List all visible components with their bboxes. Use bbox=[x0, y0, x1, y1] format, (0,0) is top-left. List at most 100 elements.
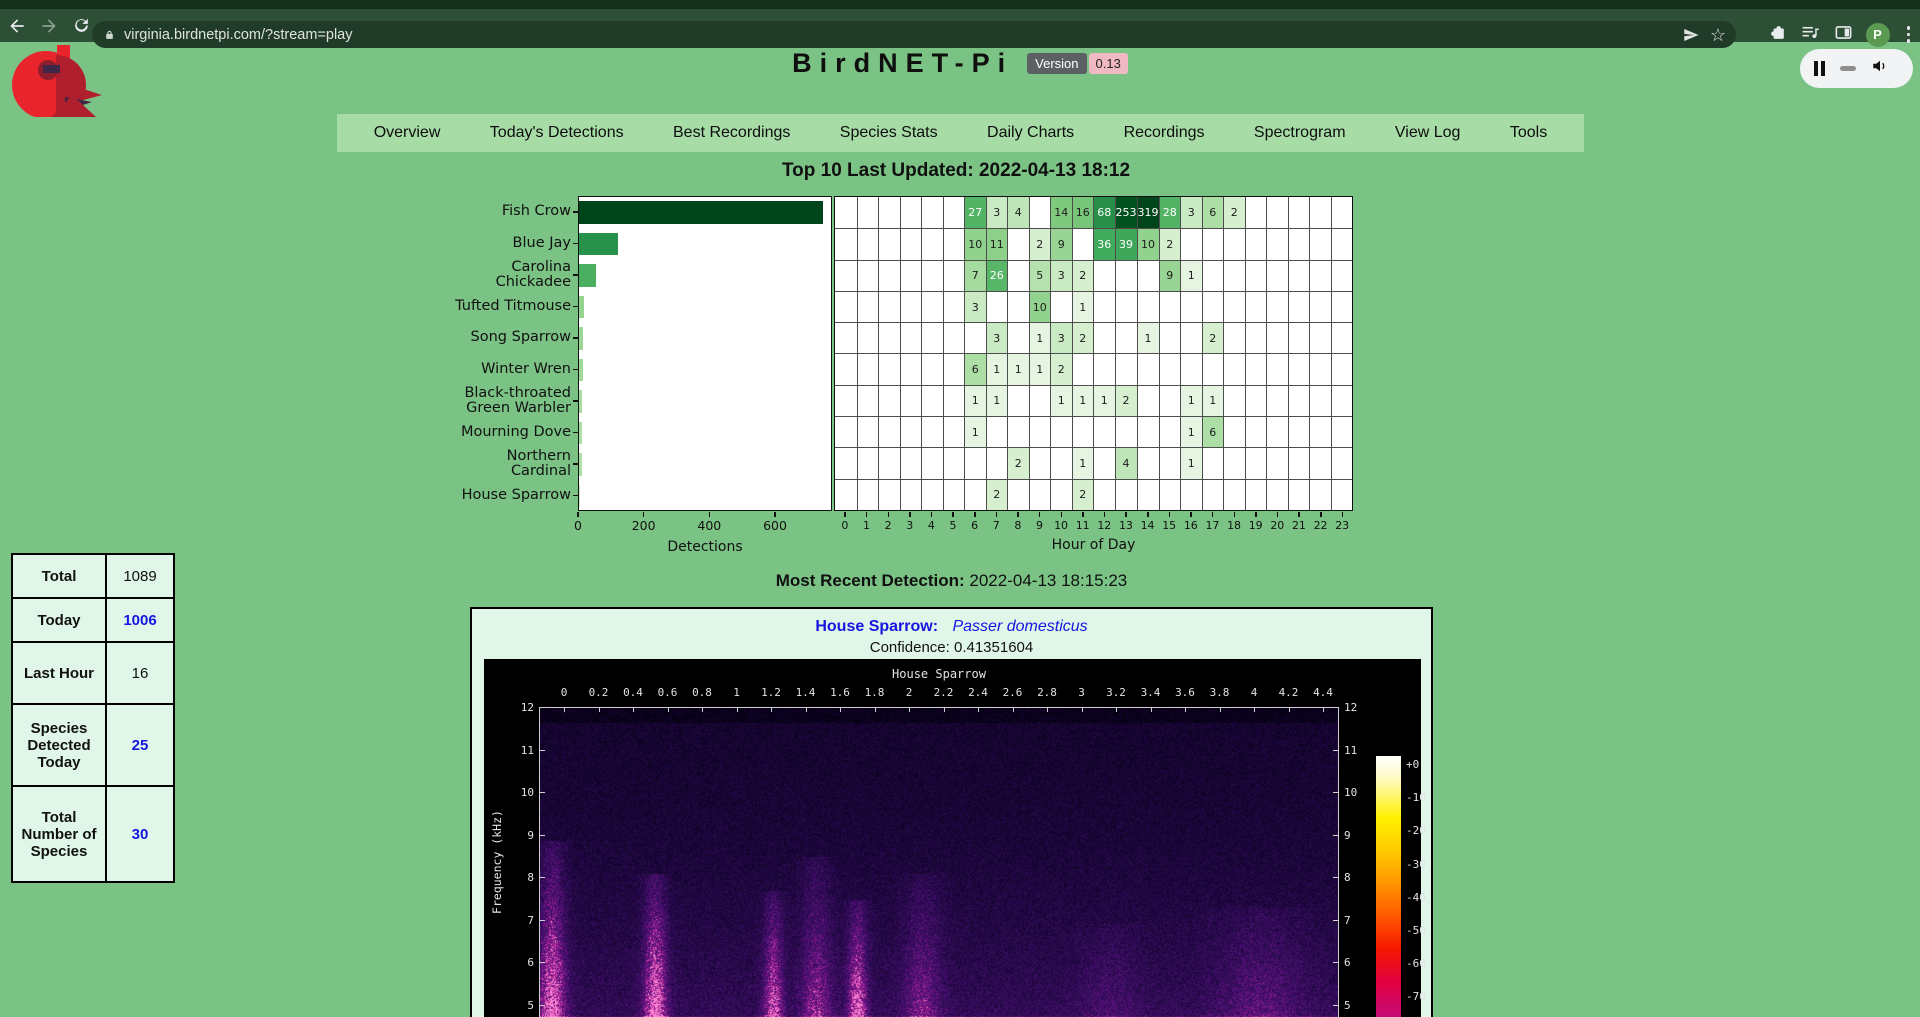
header: BirdNET-Pi Version 0.13 bbox=[0, 48, 1920, 79]
version-label: Version bbox=[1027, 53, 1086, 74]
heatmap-cell bbox=[921, 416, 943, 447]
colorbar-tick-label: -70 bbox=[1406, 990, 1446, 1003]
heatmap-cell bbox=[1202, 479, 1224, 510]
time-tick-label: 1.4 bbox=[789, 686, 823, 699]
heatmap-cell bbox=[1029, 385, 1051, 416]
heatmap-cell bbox=[921, 228, 943, 259]
hour-axis-tick bbox=[1061, 512, 1063, 517]
heatmap-cell bbox=[835, 197, 857, 228]
detection-card: House Sparrow: Passer domesticus Confide… bbox=[470, 607, 1433, 1017]
heatmap-cell: 6 bbox=[1202, 197, 1224, 228]
heatmap-cell bbox=[1245, 447, 1267, 478]
heatmap-cell bbox=[1223, 228, 1245, 259]
bookmark-star-icon[interactable]: ☆ bbox=[1710, 26, 1726, 44]
heatmap-cell bbox=[1245, 416, 1267, 447]
stats-value: 16 bbox=[106, 642, 174, 704]
heatmap-cell bbox=[878, 322, 900, 353]
heatmap-cell bbox=[1202, 228, 1224, 259]
nav-item-tools[interactable]: Tools bbox=[1510, 124, 1547, 142]
stats-value[interactable]: 1006 bbox=[106, 598, 174, 642]
heatmap-cell bbox=[1288, 228, 1310, 259]
hour-axis-tick bbox=[1125, 512, 1127, 517]
hour-axis-number: 2 bbox=[878, 519, 898, 532]
heatmap-cell bbox=[1266, 416, 1288, 447]
heatmap-cell bbox=[1137, 291, 1159, 322]
heatmap-cell: 2 bbox=[1159, 228, 1181, 259]
address-bar[interactable]: virginia.birdnetpi.com/?stream=play ☆ bbox=[92, 21, 1736, 48]
volume-icon[interactable] bbox=[1871, 57, 1889, 80]
nav-item-spectrogram[interactable]: Spectrogram bbox=[1254, 124, 1346, 142]
heatmap-cell bbox=[921, 197, 943, 228]
back-icon[interactable] bbox=[2, 12, 32, 40]
freq-tick-left bbox=[540, 962, 545, 963]
heatmap-cell bbox=[1115, 479, 1137, 510]
species-tick bbox=[573, 306, 578, 308]
side-panel-icon[interactable] bbox=[1834, 23, 1853, 47]
stats-value[interactable]: 30 bbox=[106, 786, 174, 882]
menu-icon[interactable] bbox=[1903, 26, 1915, 43]
hour-axis-number: 12 bbox=[1094, 519, 1114, 532]
heatmap-cell bbox=[900, 291, 922, 322]
time-tick bbox=[1185, 708, 1186, 712]
heatmap-cell: 3 bbox=[1050, 322, 1072, 353]
heatmap-cell bbox=[1093, 291, 1115, 322]
heatmap-cell bbox=[1266, 228, 1288, 259]
heatmap-cell: 1 bbox=[1180, 385, 1202, 416]
freq-tick-right bbox=[1333, 750, 1338, 751]
freq-tick-left bbox=[540, 920, 545, 921]
hour-axis-number: 22 bbox=[1311, 519, 1331, 532]
heatmap-cell bbox=[1050, 291, 1072, 322]
time-tick bbox=[633, 708, 634, 712]
nav-item-species-stats[interactable]: Species Stats bbox=[840, 124, 938, 142]
hour-axis-number: 5 bbox=[943, 519, 963, 532]
profile-avatar[interactable]: P bbox=[1866, 23, 1890, 47]
heatmap-cell bbox=[1159, 479, 1181, 510]
nav-item-recordings[interactable]: Recordings bbox=[1124, 124, 1205, 142]
stats-value[interactable]: 25 bbox=[106, 704, 174, 786]
heatmap-cell: 26 bbox=[986, 260, 1008, 291]
heatmap-cell bbox=[878, 228, 900, 259]
forward-icon[interactable] bbox=[34, 12, 64, 40]
hour-axis-tick bbox=[1104, 512, 1106, 517]
heatmap-cell bbox=[1093, 353, 1115, 384]
detection-species: House Sparrow: Passer domesticus bbox=[472, 618, 1431, 636]
heatmap-cell bbox=[900, 353, 922, 384]
stats-row: Total1089 bbox=[12, 554, 174, 598]
species-label: Fish Crow bbox=[453, 196, 571, 228]
nav-item-best-recordings[interactable]: Best Recordings bbox=[673, 124, 790, 142]
time-tick bbox=[944, 708, 945, 712]
heatmap-cell bbox=[1266, 353, 1288, 384]
heatmap-cell bbox=[1223, 291, 1245, 322]
extensions-icon[interactable] bbox=[1768, 23, 1787, 47]
nav-item-view-log[interactable]: View Log bbox=[1395, 124, 1461, 142]
heatmap-cell bbox=[900, 228, 922, 259]
heatmap-cell: 14 bbox=[1050, 197, 1072, 228]
colorbar-tick-label: -10 bbox=[1406, 791, 1446, 804]
detection-confidence: Confidence: 0.41351604 bbox=[472, 639, 1431, 656]
audio-player[interactable] bbox=[1800, 49, 1913, 88]
heatmap-cell: 11 bbox=[986, 228, 1008, 259]
heatmap-cell bbox=[1115, 291, 1137, 322]
heatmap-cell: 2 bbox=[1223, 197, 1245, 228]
heatmap-cell: 1 bbox=[964, 385, 986, 416]
seek-bar[interactable] bbox=[1840, 66, 1856, 71]
heatmap-cell bbox=[1309, 291, 1331, 322]
heatmap-cell: 253 bbox=[1115, 197, 1137, 228]
hour-axis-tick bbox=[844, 512, 846, 517]
nav-item-overview[interactable]: Overview bbox=[374, 124, 441, 142]
heatmap-cell bbox=[1202, 353, 1224, 384]
hour-axis-tick bbox=[1169, 512, 1171, 517]
detection-common-name[interactable]: House Sparrow: bbox=[815, 618, 938, 635]
heatmap-cell bbox=[900, 197, 922, 228]
stats-label: Today bbox=[12, 598, 106, 642]
spectrogram-panel: House Sparrow Frequency (kHz) 00.20.40.6… bbox=[484, 659, 1421, 1017]
hour-axis-label: Hour of Day bbox=[834, 537, 1353, 553]
time-tick-label: 4.2 bbox=[1272, 686, 1306, 699]
time-tick-label: 3 bbox=[1065, 686, 1099, 699]
time-tick-label: 2 bbox=[892, 686, 926, 699]
pause-icon[interactable] bbox=[1814, 61, 1825, 76]
share-icon[interactable] bbox=[1682, 26, 1700, 44]
nav-item-today-s-detections[interactable]: Today's Detections bbox=[490, 124, 624, 142]
media-controls-icon[interactable] bbox=[1800, 23, 1821, 47]
nav-item-daily-charts[interactable]: Daily Charts bbox=[987, 124, 1074, 142]
